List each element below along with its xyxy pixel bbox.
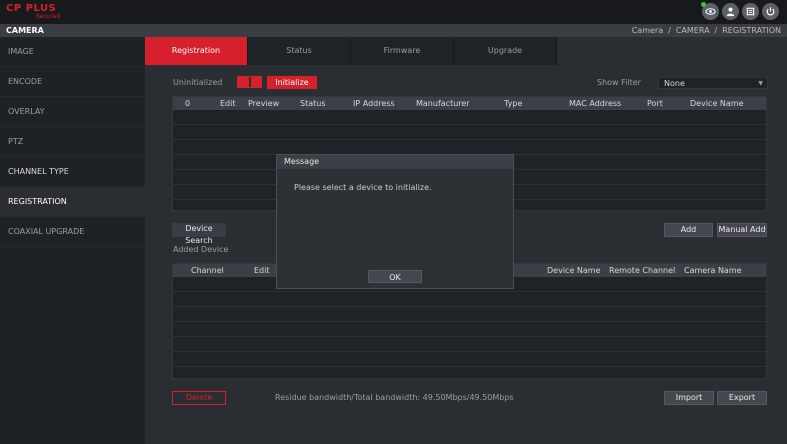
menu-icon[interactable]: [742, 3, 759, 20]
chevron-down-icon: ▼: [758, 80, 763, 87]
column-header: 0: [185, 99, 191, 108]
sidebar-item-overlay[interactable]: OVERLAY: [0, 97, 145, 127]
brand-sub: Secured: [36, 13, 61, 20]
message-dialog: Message Please select a device to initia…: [276, 154, 514, 289]
add-button[interactable]: Add: [664, 223, 713, 237]
sidebar-item-ptz[interactable]: PTZ: [0, 127, 145, 157]
added-device-label: Added Device: [173, 245, 229, 254]
manual-add-button[interactable]: Manual Add: [717, 223, 767, 237]
sidebar-item-image[interactable]: IMAGE: [0, 37, 145, 67]
column-header: Type: [504, 99, 523, 108]
column-header: Edit: [254, 266, 270, 275]
column-header: Port: [647, 99, 663, 108]
tab-upgrade[interactable]: Upgrade: [454, 37, 557, 65]
uninitialized-toggle[interactable]: [237, 76, 262, 88]
top-icons: [701, 2, 779, 20]
column-header: Camera Name: [684, 266, 742, 275]
sidebar-item-registration[interactable]: REGISTRATION: [0, 187, 145, 217]
breadcrumb-item: REGISTRATION: [722, 26, 781, 35]
column-header: Device Name: [690, 99, 744, 108]
table-row[interactable]: [173, 322, 766, 337]
import-button[interactable]: Import: [664, 391, 714, 405]
uninitialized-label: Uninitialized: [173, 78, 223, 87]
brand-logo: CP PLUS Secured: [6, 3, 66, 21]
column-header: Manufacturer: [416, 99, 470, 108]
device-search-button[interactable]: Device Search: [172, 223, 226, 245]
tab-status[interactable]: Status: [248, 37, 351, 65]
column-header: Channel: [191, 266, 224, 275]
user-icon[interactable]: [722, 3, 739, 20]
status-dot: [701, 2, 706, 7]
sidebar: IMAGE ENCODE OVERLAY PTZ CHANNEL TYPE RE…: [0, 37, 146, 444]
page-title: CAMERA: [6, 26, 44, 35]
sidebar-item-coaxial-upgrade[interactable]: COAXIAL UPGRADE: [0, 217, 145, 247]
tab-registration[interactable]: Registration: [145, 37, 248, 65]
eye-icon[interactable]: [701, 2, 719, 20]
toggle-knob: [249, 77, 251, 87]
sidebar-item-channel-type[interactable]: CHANNEL TYPE: [0, 157, 145, 187]
sidebar-item-encode[interactable]: ENCODE: [0, 67, 145, 97]
title-bar: CAMERA Camera / CAMERA / REGISTRATION: [0, 24, 787, 37]
power-icon[interactable]: [762, 3, 779, 20]
breadcrumb-separator: /: [714, 26, 718, 35]
column-header: Preview: [248, 99, 280, 108]
bandwidth-text: Residue bandwidth/Total bandwidth: 49.50…: [275, 393, 514, 402]
export-button[interactable]: Export: [717, 391, 767, 405]
ok-button[interactable]: OK: [368, 270, 422, 283]
table-row[interactable]: [173, 125, 766, 140]
breadcrumb-item[interactable]: Camera: [632, 24, 663, 37]
breadcrumb-item[interactable]: CAMERA: [676, 24, 710, 37]
table-row[interactable]: [173, 307, 766, 322]
breadcrumb-separator: /: [668, 26, 671, 35]
dialog-message: Please select a device to initialize.: [294, 183, 432, 192]
show-filter-value: None: [664, 79, 685, 88]
table-row[interactable]: [173, 110, 766, 125]
top-bar: CP PLUS Secured: [0, 0, 787, 24]
column-header: IP Address: [353, 99, 395, 108]
show-filter-select[interactable]: None ▼: [658, 77, 768, 89]
breadcrumb: Camera / CAMERA / REGISTRATION: [632, 24, 781, 37]
column-header: Device Name: [547, 266, 601, 275]
table-row[interactable]: [173, 352, 766, 367]
delete-button[interactable]: Delete: [172, 391, 226, 405]
table-row[interactable]: [173, 337, 766, 352]
column-header: Edit: [220, 99, 236, 108]
tab-firmware[interactable]: Firmware: [351, 37, 454, 65]
show-filter-label: Show Filter: [597, 78, 641, 87]
column-header: MAC Address: [569, 99, 622, 108]
table-row[interactable]: [173, 292, 766, 307]
device-table-header: 0 Edit Preview Status IP Address Manufac…: [173, 97, 766, 110]
table-row[interactable]: [173, 140, 766, 155]
initialize-button[interactable]: Initialize: [267, 76, 317, 89]
column-header: Status: [300, 99, 326, 108]
column-header: Remote Channel: [609, 266, 676, 275]
dialog-title: Message: [277, 155, 513, 169]
tab-bar: Registration Status Firmware Upgrade: [145, 37, 557, 65]
